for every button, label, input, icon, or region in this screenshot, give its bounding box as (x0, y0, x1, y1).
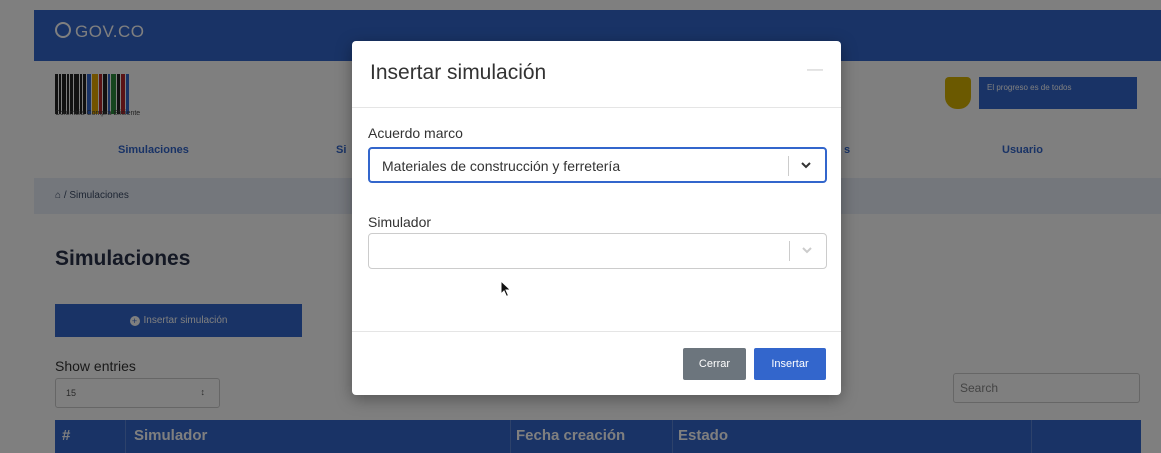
insert-simulation-modal: Insertar simulación — Acuerdo marco Mate… (352, 41, 841, 395)
modal-header-divider (352, 107, 841, 108)
close-button[interactable]: Cerrar (683, 348, 746, 380)
modal-title: Insertar simulación (370, 61, 547, 84)
acuerdo-marco-value: Materiales de construcción y ferretería (382, 158, 621, 174)
select-divider (788, 156, 789, 176)
chevron-down-icon[interactable] (798, 157, 814, 173)
select-divider (789, 241, 790, 261)
mouse-cursor-icon (500, 280, 512, 298)
acuerdo-marco-label: Acuerdo marco (368, 125, 463, 141)
insert-button[interactable]: Insertar (754, 348, 826, 380)
acuerdo-marco-select[interactable]: Materiales de construcción y ferretería (368, 147, 827, 183)
simulador-label: Simulador (368, 214, 432, 230)
modal-footer-divider (352, 331, 841, 332)
simulador-select[interactable] (368, 233, 827, 269)
chevron-down-icon[interactable] (799, 242, 815, 258)
close-icon[interactable]: — (807, 61, 823, 79)
